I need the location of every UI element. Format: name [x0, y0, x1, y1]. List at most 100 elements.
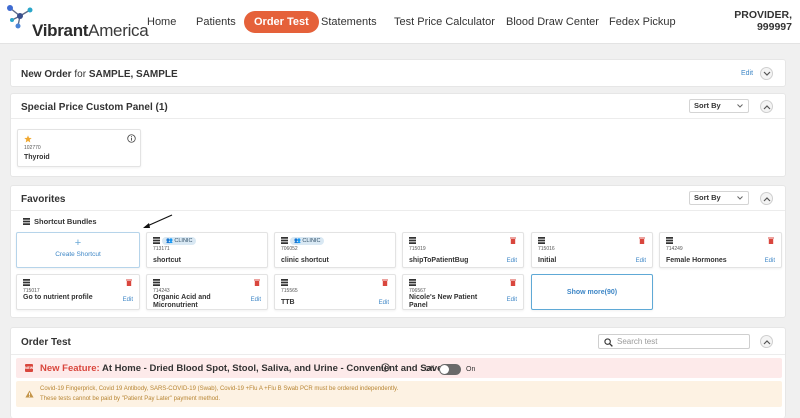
new-order-expand-button[interactable]: [760, 67, 773, 80]
create-shortcut-button[interactable]: + Create Shortcut: [16, 232, 140, 268]
special-sort-select[interactable]: Sort By: [689, 99, 749, 113]
card-code: 102770: [24, 145, 41, 151]
nav-statements[interactable]: Statements: [321, 11, 377, 33]
layers-icon: [409, 237, 416, 244]
divider: [11, 118, 785, 119]
shortcut-card[interactable]: 👥 CLINIC 713171 shortcut: [146, 232, 268, 268]
vibrant-america-logo[interactable]: VibrantAmerica: [4, 4, 149, 40]
info-icon[interactable]: [381, 363, 390, 372]
card-name: Initial: [538, 257, 557, 264]
special-panel-card[interactable]: 102770 Thyroid: [17, 129, 141, 167]
warning-icon: [25, 390, 34, 398]
card-name: Go to nutrient profile: [23, 294, 93, 301]
favorites-title: Favorites: [21, 194, 66, 205]
chevron-up-icon: [763, 105, 771, 110]
clinic-badge: 👥 CLINIC: [290, 237, 325, 245]
layers-icon: [538, 237, 545, 244]
shortcut-card[interactable]: 715016 Initial Edit: [531, 232, 653, 268]
layers-icon: [281, 279, 288, 286]
card-code: 713171: [153, 246, 170, 252]
shortcut-bundles-label: Shortcut Bundles: [34, 217, 97, 226]
new-badge: NEW: [25, 364, 34, 372]
covid-warning-banner: Covid-19 Fingerprick, Covid 19 Antibody,…: [16, 381, 782, 407]
new-order-panel: New Order for SAMPLE, SAMPLE Edit: [10, 59, 786, 87]
layers-icon: [23, 218, 30, 225]
card-code: 706052: [281, 246, 298, 252]
new-order-edit-link[interactable]: Edit: [741, 70, 753, 77]
nav-home[interactable]: Home: [147, 11, 176, 33]
card-edit-link[interactable]: Edit: [507, 258, 517, 264]
trash-icon[interactable]: [382, 279, 388, 286]
nav-fedex-pickup[interactable]: Fedex Pickup: [609, 11, 676, 33]
card-edit-link[interactable]: Edit: [507, 297, 517, 303]
card-edit-link[interactable]: Edit: [765, 258, 775, 264]
nav-blood-draw-center[interactable]: Blood Draw Center: [506, 11, 599, 33]
shortcut-card[interactable]: 👥 CLINIC 706052 clinic shortcut: [274, 232, 396, 268]
provider-account-menu[interactable]: PROVIDER, 999997: [734, 9, 792, 33]
shortcut-card[interactable]: 714249 Female Hormones Edit: [659, 232, 782, 268]
shortcut-card[interactable]: 715565 TTB Edit: [274, 274, 396, 310]
search-test-input[interactable]: [617, 336, 745, 347]
toggle-on-label: On: [466, 366, 476, 373]
layers-icon: [281, 237, 288, 244]
nav-order-test[interactable]: Order Test: [244, 11, 319, 33]
toggle-off-label: Off: [425, 366, 435, 373]
card-name: Female Hormones: [666, 257, 727, 264]
card-code: 715019: [409, 246, 426, 252]
divider: [11, 354, 785, 355]
search-test-field[interactable]: [598, 334, 750, 349]
trash-icon[interactable]: [510, 237, 516, 244]
special-collapse-button[interactable]: [760, 100, 773, 113]
provider-id: 999997: [756, 21, 792, 33]
nav-test-price-calculator[interactable]: Test Price Calculator: [394, 11, 495, 33]
star-icon: [24, 135, 32, 143]
show-more-button[interactable]: Show more(90): [531, 274, 653, 310]
favorites-collapse-button[interactable]: [760, 192, 773, 205]
shortcut-card[interactable]: 706567 Nicole's New Patient Panel Edit: [402, 274, 524, 310]
shortcut-card[interactable]: 714243 Organic Acid and Micronutrient Ed…: [146, 274, 268, 310]
provider-name: PROVIDER,: [734, 9, 792, 21]
warning-line-1: Covid-19 Fingerprick, Covid 19 Antibody,…: [40, 386, 399, 392]
card-code: 714249: [666, 246, 683, 252]
chevron-up-icon: [763, 340, 771, 345]
card-edit-link[interactable]: Edit: [251, 297, 261, 303]
logo-wordmark: VibrantAmerica: [32, 21, 149, 40]
card-name: shipToPatientBug: [409, 257, 469, 264]
card-name: clinic shortcut: [281, 257, 329, 264]
show-more-label: Show more(90): [566, 289, 618, 296]
clinic-badge: 👥 CLINIC: [162, 237, 197, 245]
new-feature-banner: NEW New Feature: At Home - Dried Blood S…: [16, 358, 782, 378]
info-icon[interactable]: [127, 134, 136, 143]
card-name: Organic Acid and Micronutrient: [153, 294, 211, 309]
trash-icon[interactable]: [768, 237, 774, 244]
search-icon: [604, 338, 613, 347]
layers-icon: [23, 279, 30, 286]
pointer-arrow: [143, 214, 173, 228]
warning-line-2: These tests cannot be paid by "Patient P…: [40, 396, 221, 402]
trash-icon[interactable]: [510, 279, 516, 286]
divider: [11, 210, 785, 211]
card-name: shortcut: [153, 257, 181, 264]
layers-icon: [409, 279, 416, 286]
trash-icon[interactable]: [254, 279, 260, 286]
nav-patients[interactable]: Patients: [196, 11, 236, 33]
trash-icon[interactable]: [126, 279, 132, 286]
layers-icon: [153, 237, 160, 244]
chevron-down-icon: [763, 71, 771, 76]
at-home-toggle[interactable]: [439, 364, 461, 375]
favorites-sort-select[interactable]: Sort By: [689, 191, 749, 205]
chevron-down-icon: [737, 104, 743, 108]
card-name: TTB: [281, 299, 295, 306]
shortcut-card[interactable]: 715017 Go to nutrient profile Edit: [16, 274, 140, 310]
card-edit-link[interactable]: Edit: [123, 297, 133, 303]
card-edit-link[interactable]: Edit: [379, 300, 389, 306]
order-test-title: Order Test: [21, 337, 71, 348]
special-price-title: Special Price Custom Panel (1): [21, 102, 168, 113]
card-edit-link[interactable]: Edit: [636, 258, 646, 264]
trash-icon[interactable]: [639, 237, 645, 244]
special-price-panel: Special Price Custom Panel (1) Sort By 1…: [10, 93, 786, 177]
card-name: Nicole's New Patient Panel: [409, 294, 478, 309]
toggle-knob: [440, 365, 449, 374]
shortcut-card[interactable]: 715019 shipToPatientBug Edit: [402, 232, 524, 268]
order-test-collapse-button[interactable]: [760, 335, 773, 348]
